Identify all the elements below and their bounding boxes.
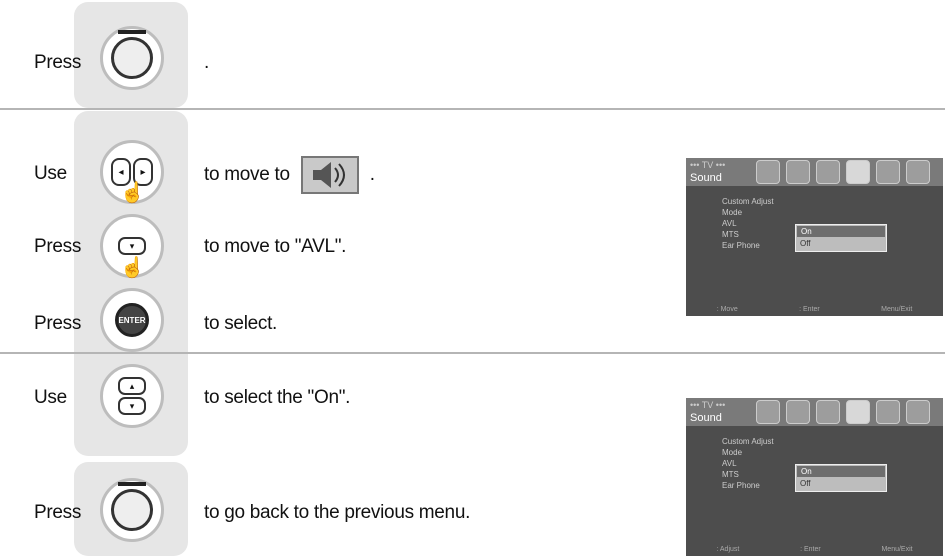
input-menu-icon	[876, 400, 900, 424]
step3-label: Press	[34, 236, 82, 257]
step3-text: to move to "AVL".	[204, 236, 347, 257]
menu-item-custom-adjust[interactable]: Custom Adjust	[722, 196, 774, 207]
menu-circle-icon-2	[111, 482, 153, 531]
sound-menu-icon	[846, 400, 870, 424]
setup-menu-icon	[816, 160, 840, 184]
menu-item-custom-adjust[interactable]: Custom Adjust	[722, 436, 774, 447]
step6-label: Press	[34, 502, 82, 523]
tv-screen-2: ••• TV ••• Sound Custom Adjust Mode AVL …	[686, 398, 943, 556]
up-down-arrows-icon: ▴ ▾	[118, 377, 146, 415]
channel-menu-icon	[786, 400, 810, 424]
menu-item-mts[interactable]: MTS	[722, 469, 774, 480]
hand-pointer-icon-1: ☝	[120, 182, 145, 204]
menu-button-2[interactable]	[100, 478, 164, 542]
footer-menu-exit: Menu/Exit	[881, 306, 913, 313]
step5-label: Use	[34, 387, 67, 408]
picture-menu-icon	[756, 400, 780, 424]
enter-icon: ENTER	[115, 303, 149, 337]
step4-text: to select.	[204, 313, 278, 334]
menu-item-mode[interactable]: Mode	[722, 447, 774, 458]
up-down-button[interactable]: ▴ ▾	[100, 364, 164, 428]
footer-enter: : Enter	[799, 306, 820, 313]
option-on[interactable]: On	[797, 226, 885, 237]
channel-menu-icon	[786, 160, 810, 184]
divider-2	[0, 352, 945, 354]
avl-options-popup: On Off	[795, 464, 887, 492]
step5-text: to select the "On".	[204, 387, 351, 408]
menu-item-ear-phone[interactable]: Ear Phone	[722, 480, 774, 491]
screen1-title: Sound	[690, 172, 722, 184]
menu-item-avl[interactable]: AVL	[722, 458, 774, 469]
menu-circle-icon	[111, 30, 153, 79]
footer-move: : Move	[716, 306, 738, 313]
footer-menu-exit: Menu/Exit	[881, 546, 913, 553]
sound-menu-icon	[846, 160, 870, 184]
enter-button[interactable]: ENTER	[100, 288, 164, 352]
step2-label: Use	[34, 163, 67, 184]
option-off[interactable]: Off	[796, 238, 886, 249]
input-menu-icon	[876, 160, 900, 184]
screen2-title: Sound	[690, 412, 722, 424]
down-arrow-icon: ▾	[118, 237, 146, 255]
option-on[interactable]: On	[797, 466, 885, 477]
step4-label: Press	[34, 313, 82, 334]
avl-options-popup: On Off	[795, 224, 887, 252]
footer-enter: : Enter	[800, 546, 821, 553]
tv-screen-1: ••• TV ••• Sound Custom Adjust Mode AVL …	[686, 158, 943, 316]
menu-item-ear-phone[interactable]: Ear Phone	[722, 240, 774, 251]
function-menu-icon	[906, 400, 930, 424]
menu-button[interactable]	[100, 26, 164, 90]
footer-adjust: : Adjust	[716, 546, 740, 553]
option-off[interactable]: Off	[796, 478, 886, 489]
step1-label: Press	[34, 52, 82, 73]
menu-item-mts[interactable]: MTS	[722, 229, 774, 240]
step6-text: to go back to the previous menu.	[204, 502, 471, 523]
step2-text-before: to move to	[204, 164, 290, 186]
hand-pointer-icon-2: ☝	[120, 257, 145, 279]
function-menu-icon	[906, 160, 930, 184]
menu-item-avl[interactable]: AVL	[722, 218, 774, 229]
step1-text: .	[204, 52, 209, 73]
menu-item-mode[interactable]: Mode	[722, 207, 774, 218]
sound-menu-icon	[300, 156, 359, 194]
picture-menu-icon	[756, 160, 780, 184]
step2-text: to move to .	[204, 156, 375, 194]
screen1-tv-label: ••• TV •••	[690, 160, 726, 170]
screen2-tv-label: ••• TV •••	[690, 400, 726, 410]
setup-menu-icon	[816, 400, 840, 424]
divider-1	[0, 108, 945, 110]
step2-text-after: .	[369, 164, 375, 186]
